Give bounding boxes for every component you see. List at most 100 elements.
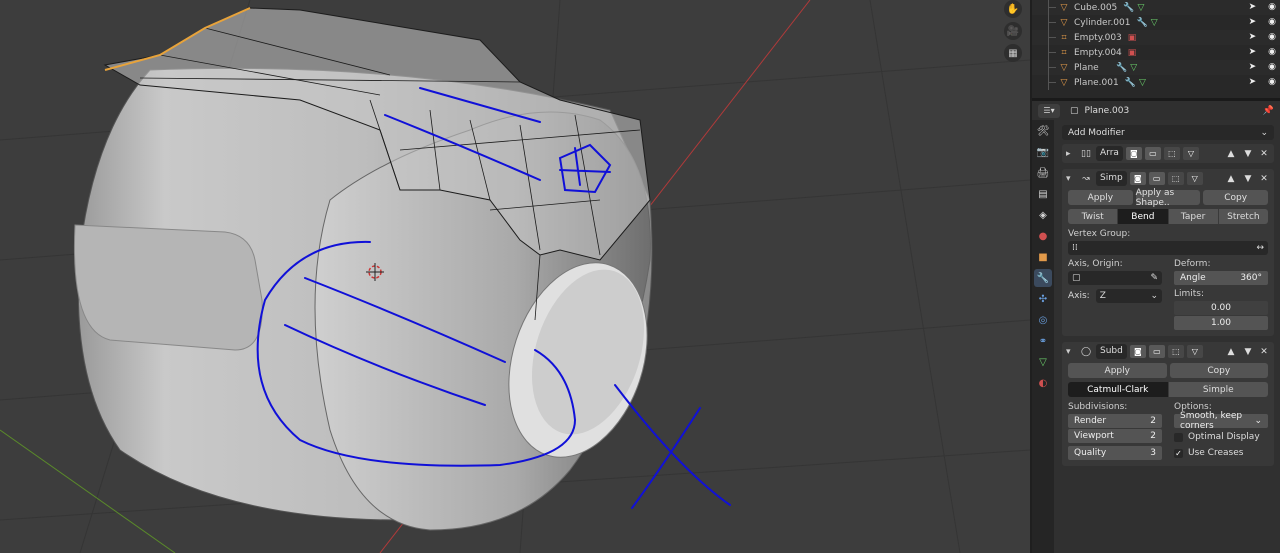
checkbox-empty-icon[interactable]	[1174, 432, 1183, 442]
checkmark-icon[interactable]: ✓	[1174, 448, 1183, 458]
mode-twist[interactable]: Twist	[1068, 209, 1119, 224]
scene-tab-icon[interactable]: ◈	[1034, 206, 1052, 224]
origin-object-field[interactable]: ▢ ✎	[1068, 271, 1162, 285]
outliner-item-name[interactable]: Plane	[1074, 63, 1110, 73]
camera-icon[interactable]: 🎥	[1004, 22, 1022, 40]
axis-dropdown[interactable]: Z ⌄	[1095, 289, 1162, 303]
select-arrow-icon[interactable]: ➤	[1249, 30, 1257, 45]
mesh-data-icon[interactable]: ▽	[1151, 18, 1158, 28]
cage-icon[interactable]: ▽	[1186, 172, 1203, 185]
camera-render-icon[interactable]: ◙	[1129, 172, 1146, 185]
move-down-icon[interactable]: ▼	[1241, 347, 1255, 357]
constraints-tab-icon[interactable]: ⚭	[1034, 332, 1052, 350]
outliner-row[interactable]: ▽ Plane 🔧 ▽ ➤ ◉	[1032, 60, 1280, 75]
output-tab-icon[interactable]: 🖨	[1034, 164, 1052, 182]
outliner-item-name[interactable]: Cylinder.001	[1074, 18, 1130, 28]
mode-bend[interactable]: Bend	[1118, 209, 1169, 224]
select-arrow-icon[interactable]: ➤	[1249, 75, 1257, 90]
close-icon[interactable]: ✕	[1258, 174, 1270, 184]
expand-arrow-icon[interactable]: ▸	[1066, 149, 1076, 159]
mesh-data-icon[interactable]: ▽	[1138, 3, 1145, 13]
apply-button[interactable]: Apply	[1068, 363, 1167, 378]
move-up-icon[interactable]: ▲	[1224, 149, 1238, 159]
pin-icon[interactable]: 📌	[1263, 106, 1274, 116]
modifier-name-field[interactable]: Simp	[1096, 171, 1127, 186]
monitor-viewport-icon[interactable]: ▭	[1148, 172, 1165, 185]
render-levels-field[interactable]: Render 2	[1068, 414, 1162, 428]
tool-tab-icon[interactable]: 🛠	[1034, 122, 1052, 140]
outliner-row[interactable]: ▽ Cylinder.001 🔧 ▽ ➤ ◉	[1032, 15, 1280, 30]
editmode-icon[interactable]: ⬚	[1163, 147, 1180, 160]
eye-icon[interactable]: ◉	[1268, 30, 1276, 45]
viewport-canvas[interactable]	[0, 0, 1030, 553]
cage-icon[interactable]: ▽	[1186, 345, 1203, 358]
cylinder-model[interactable]	[73, 7, 670, 531]
eye-icon[interactable]: ◉	[1268, 75, 1276, 90]
collapse-arrow-icon[interactable]: ▾	[1066, 174, 1076, 184]
copy-button[interactable]: Copy	[1203, 190, 1269, 205]
outliner-row[interactable]: ⌗ Empty.003 ▣ ➤ ◉	[1032, 30, 1280, 45]
select-arrow-icon[interactable]: ➤	[1249, 45, 1257, 60]
mesh-data-icon[interactable]: ▽	[1139, 78, 1146, 88]
close-icon[interactable]: ✕	[1258, 347, 1270, 357]
vertex-group-field[interactable]: ⁞⁞ ↔	[1068, 241, 1268, 255]
add-modifier-dropdown[interactable]: Add Modifier ⌄	[1062, 125, 1274, 140]
move-up-icon[interactable]: ▲	[1224, 347, 1238, 357]
outliner-item-name[interactable]: Empty.004	[1074, 48, 1122, 58]
apply-button[interactable]: Apply	[1068, 190, 1133, 205]
mesh-data-icon[interactable]: ▽	[1130, 63, 1137, 73]
move-down-icon[interactable]: ▼	[1241, 149, 1255, 159]
move-down-icon[interactable]: ▼	[1241, 174, 1255, 184]
cage-icon[interactable]: ▽	[1182, 147, 1199, 160]
select-arrow-icon[interactable]: ➤	[1249, 60, 1257, 75]
wrench-icon[interactable]: 🔧	[1123, 3, 1134, 13]
hand-icon[interactable]: ✋	[1004, 0, 1022, 18]
mode-taper[interactable]: Taper	[1168, 209, 1219, 224]
grid-ortho-icon[interactable]: ▦	[1004, 44, 1022, 62]
outliner-item-name[interactable]: Cube.005	[1074, 3, 1117, 13]
monitor-viewport-icon[interactable]: ▭	[1148, 345, 1165, 358]
particles-tab-icon[interactable]: ✣	[1034, 290, 1052, 308]
eye-icon[interactable]: ◉	[1268, 45, 1276, 60]
camera-render-icon[interactable]: ◙	[1125, 147, 1142, 160]
outliner-row[interactable]: ▽ Cube.005 🔧 ▽ ➤ ◉	[1032, 0, 1280, 15]
invert-arrows-icon[interactable]: ↔	[1256, 243, 1264, 253]
material-tab-icon[interactable]: ◐	[1034, 374, 1052, 392]
collapse-arrow-icon[interactable]: ▾	[1066, 347, 1076, 357]
use-creases-checkbox[interactable]: ✓ Use Creases	[1174, 446, 1268, 460]
outliner-row[interactable]: ⌗ Empty.004 ▣ ➤ ◉	[1032, 45, 1280, 60]
data-tab-icon[interactable]: ▽	[1034, 353, 1052, 371]
mode-stretch[interactable]: Stretch	[1218, 209, 1268, 224]
limit-max-field[interactable]: 1.00	[1174, 316, 1268, 330]
apply-as-shape-button[interactable]: Apply as Shape..	[1135, 188, 1201, 208]
wrench-icon[interactable]: 🔧	[1136, 18, 1147, 28]
view-layer-tab-icon[interactable]: ▤	[1034, 185, 1052, 203]
eye-icon[interactable]: ◉	[1268, 60, 1276, 75]
viewport-levels-field[interactable]: Viewport 2	[1068, 429, 1162, 443]
modifier-name-field[interactable]: Subd	[1096, 344, 1127, 359]
modifier-name-field[interactable]: Arra	[1096, 146, 1123, 161]
modifier-tab-icon[interactable]: 🔧	[1034, 269, 1052, 287]
wrench-icon[interactable]: 🔧	[1116, 63, 1127, 73]
image-icon[interactable]: ▣	[1128, 33, 1137, 43]
copy-button[interactable]: Copy	[1169, 363, 1268, 378]
editor-type-button[interactable]: ☰▾	[1038, 103, 1060, 118]
render-tab-icon[interactable]: 📷	[1034, 143, 1052, 161]
type-catmull-clark[interactable]: Catmull-Clark	[1068, 382, 1169, 397]
eye-icon[interactable]: ◉	[1268, 0, 1276, 15]
limit-min-field[interactable]: 0.00	[1174, 301, 1268, 315]
optimal-display-checkbox[interactable]: Optimal Display	[1174, 430, 1268, 444]
monitor-viewport-icon[interactable]: ▭	[1144, 147, 1161, 160]
3d-viewport[interactable]: ✋ 🎥 ▦	[0, 0, 1030, 553]
wrench-icon[interactable]: 🔧	[1125, 78, 1136, 88]
world-tab-icon[interactable]: ●	[1034, 227, 1052, 245]
physics-tab-icon[interactable]: ◎	[1034, 311, 1052, 329]
outliner-item-name[interactable]: Plane.001	[1074, 78, 1119, 88]
camera-render-icon[interactable]: ◙	[1129, 345, 1146, 358]
editmode-icon[interactable]: ⬚	[1167, 172, 1184, 185]
select-arrow-icon[interactable]: ➤	[1249, 0, 1257, 15]
close-icon[interactable]: ✕	[1258, 149, 1270, 159]
select-arrow-icon[interactable]: ➤	[1249, 15, 1257, 30]
outliner[interactable]: ▽ Cube.005 🔧 ▽ ➤ ◉ ▽ Cylinder.001 🔧 ▽ ➤ ◉ ⌗ …	[1032, 0, 1280, 98]
eyedropper-icon[interactable]: ✎	[1150, 273, 1158, 283]
